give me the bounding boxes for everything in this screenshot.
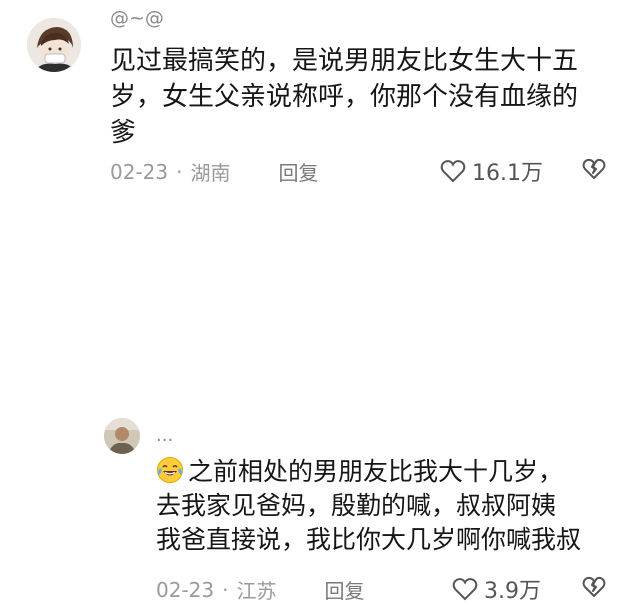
username[interactable]: ... — [156, 425, 173, 446]
comment-text: 见过最搞笑的，是说男朋友比女生大十五 岁，女生父亲说称呼，你那个没有血缘的 爹 — [110, 43, 610, 151]
comment-line: 见过最搞笑的，是说男朋友比女生大十五 — [110, 46, 579, 76]
username[interactable]: @~@ — [110, 7, 164, 29]
heart-outline-icon — [452, 578, 478, 601]
comment-meta: 02-23 · 江苏 回复 — [156, 575, 364, 604]
like-button[interactable]: 3.9万 — [452, 573, 541, 605]
comment-line: 之前相处的男朋友比我大十几岁， — [156, 455, 626, 489]
like-button[interactable]: 16.1万 — [440, 155, 543, 187]
broken-heart-icon — [582, 158, 606, 179]
comment-text: 之前相处的男朋友比我大十几岁， 去我家见爸妈，殷勤的喊，叔叔阿姨 我爸直接说，我… — [156, 455, 626, 557]
comment-location: 湖南 — [190, 161, 231, 185]
comment-line: 爹 — [110, 118, 137, 148]
avatar[interactable] — [27, 18, 81, 72]
comment-line: 去我家见爸妈，殷勤的喊，叔叔阿姨 — [156, 491, 557, 520]
laughing-tears-emoji — [157, 457, 183, 483]
meta-separator: · — [176, 159, 183, 184]
comment-line: 我爸直接说，我比你大几岁啊你喊我叔 — [156, 525, 582, 554]
like-count: 3.9万 — [484, 579, 541, 604]
reply-button[interactable]: 回复 — [278, 157, 318, 186]
dislike-button[interactable] — [582, 158, 606, 184]
comment-line: 岁，女生父亲说称呼，你那个没有血缘的 — [110, 82, 579, 112]
comment-meta: 02-23 · 湖南 回复 — [110, 157, 318, 186]
broken-heart-icon — [582, 576, 606, 597]
dislike-button[interactable] — [582, 576, 606, 602]
reply-button[interactable]: 回复 — [324, 575, 364, 604]
comment-date: 02-23 — [156, 577, 215, 602]
avatar[interactable] — [104, 418, 140, 454]
comment-item: @~@ 见过最搞笑的，是说男朋友比女生大十五 岁，女生父亲说称呼，你那个没有血缘… — [0, 0, 640, 200]
like-count: 16.1万 — [472, 161, 543, 186]
reply-comment-item: ... 之前相处的男朋友比我大十几岁， 去我家见爸妈，殷勤的喊，叔叔阿姨 我爸直… — [0, 205, 640, 604]
heart-outline-icon — [440, 160, 466, 183]
meta-separator: · — [222, 577, 229, 602]
comment-line-text: 之前相处的男朋友比我大十几岁， — [188, 457, 564, 486]
comment-location: 江苏 — [236, 579, 277, 603]
comment-date: 02-23 — [110, 159, 169, 184]
